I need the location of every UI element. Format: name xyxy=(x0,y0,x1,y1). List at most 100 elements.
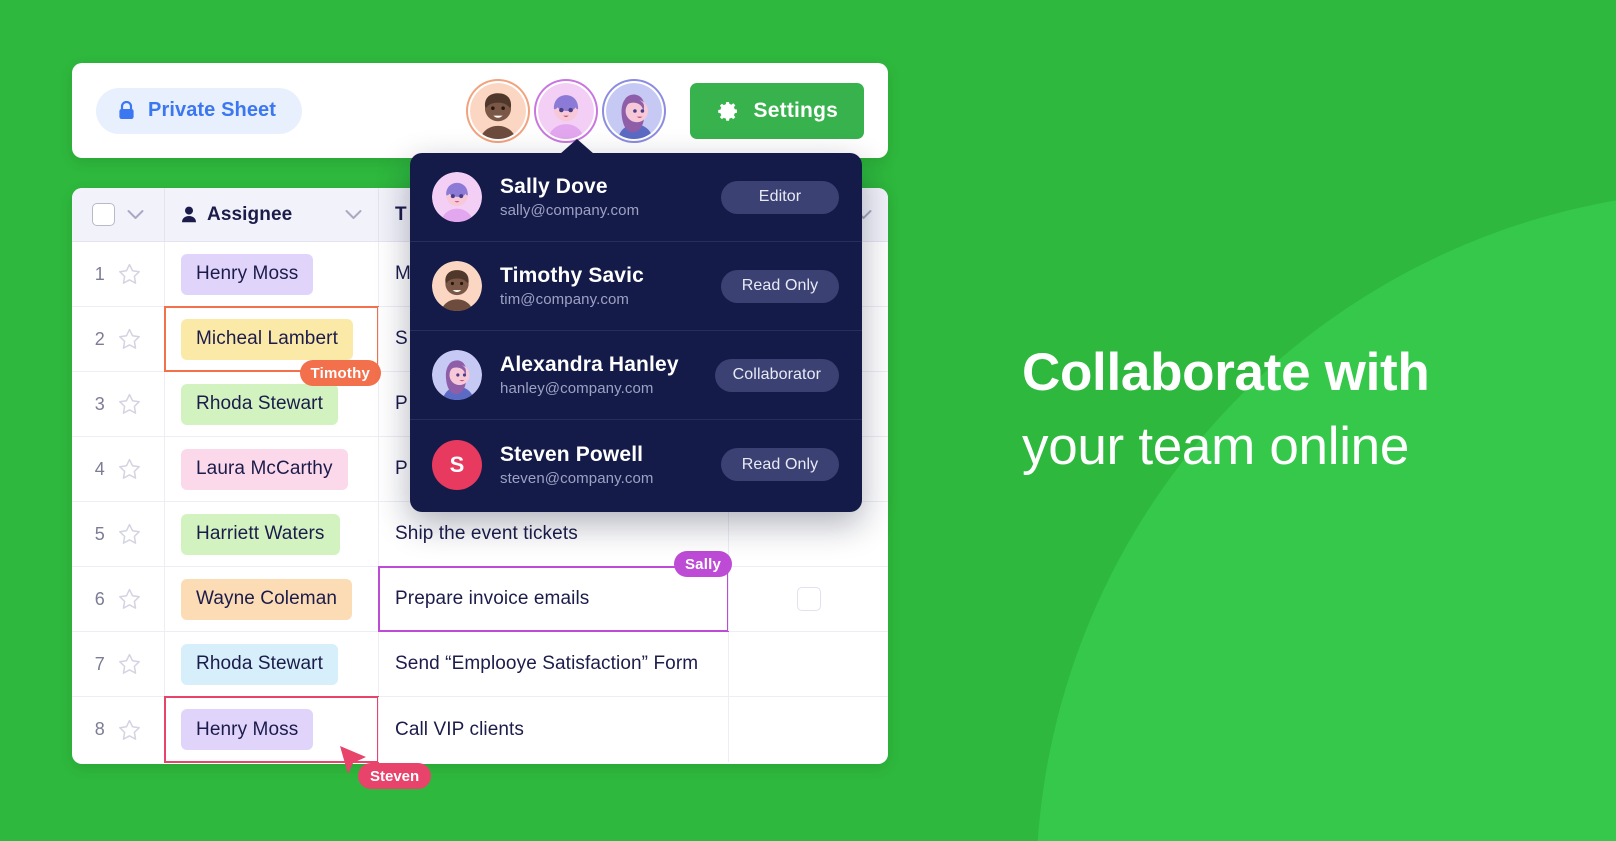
star-icon[interactable] xyxy=(118,653,141,675)
avatar-steven: S xyxy=(432,439,482,490)
collaborator-role-badge[interactable]: Read Only xyxy=(721,269,839,303)
assignee-pill: Harriett Waters xyxy=(181,513,340,555)
table-row[interactable]: 6 Wayne Coleman Prepare invoice emails S… xyxy=(72,551,888,632)
collaborator-cursor-tag: Timothy xyxy=(299,360,381,386)
task-text: M xyxy=(395,263,411,284)
star-icon[interactable] xyxy=(118,263,141,285)
toolbar-right-group: Settings xyxy=(468,81,864,141)
collaborator-email: sally@company.com xyxy=(500,202,640,219)
collaborator-info: Alexandra Hanley hanley@company.com xyxy=(500,353,679,397)
task-text: S xyxy=(395,328,408,349)
assignee-cell[interactable]: Rhoda Stewart xyxy=(164,632,378,696)
star-icon[interactable] xyxy=(118,458,141,480)
collaborator-name: Sally Dove xyxy=(500,175,608,198)
collaborator-info: Timothy Savic tim@company.com xyxy=(500,264,644,308)
avatar-sally[interactable] xyxy=(536,81,596,141)
row-index-cell: 6 xyxy=(72,567,164,631)
collaborator-email: hanley@company.com xyxy=(500,380,654,397)
done-checkbox[interactable] xyxy=(796,587,821,611)
row-index-cell: 1 xyxy=(72,242,164,306)
headline-line-2: your team online xyxy=(1022,417,1410,477)
collaborator-row[interactable]: Alexandra Hanley hanley@company.com Coll… xyxy=(410,331,862,420)
star-icon[interactable] xyxy=(118,719,141,741)
person-icon xyxy=(181,206,197,223)
row-number: 2 xyxy=(94,328,105,349)
collaborator-role-badge[interactable]: Collaborator xyxy=(714,358,839,392)
task-text: Prepare invoice emails xyxy=(395,588,590,609)
private-sheet-label: Private Sheet xyxy=(148,99,277,121)
background-circle-decoration xyxy=(1036,190,1616,841)
collaborator-row[interactable]: Timothy Savic tim@company.com Read Only xyxy=(410,242,862,331)
header-assignee-label: Assignee xyxy=(207,203,293,225)
star-icon[interactable] xyxy=(118,393,141,415)
table-row[interactable]: 8 Henry Moss Call VIP clients xyxy=(72,696,888,763)
row-number: 4 xyxy=(94,458,105,479)
assignee-cell[interactable]: Henry Moss xyxy=(164,242,378,306)
avatar-timothy[interactable] xyxy=(468,81,528,141)
done-cell[interactable] xyxy=(728,567,888,631)
select-all-checkbox[interactable] xyxy=(92,203,115,226)
collaborator-role-badge[interactable]: Editor xyxy=(721,180,839,214)
task-text: Ship the event tickets xyxy=(395,523,578,544)
header-assignee-column[interactable]: Assignee xyxy=(164,188,378,241)
collaborator-email: tim@company.com xyxy=(500,291,629,308)
chevron-down-icon[interactable] xyxy=(127,209,144,220)
star-icon[interactable] xyxy=(118,328,141,350)
lock-icon xyxy=(118,101,135,120)
assignee-cell[interactable]: Micheal Lambert Timothy xyxy=(164,306,381,386)
collaborator-name: Alexandra Hanley xyxy=(500,353,679,376)
row-number: 3 xyxy=(94,393,105,414)
done-cell[interactable] xyxy=(728,632,888,696)
row-index-cell: 5 xyxy=(72,502,164,566)
collaborator-role-badge[interactable]: Read Only xyxy=(721,448,839,481)
row-number: 1 xyxy=(94,263,105,284)
private-sheet-badge[interactable]: Private Sheet xyxy=(96,87,303,134)
task-text: P xyxy=(395,393,408,414)
assignee-pill: Rhoda Stewart xyxy=(181,643,338,685)
sheet-toolbar: Private Sheet Settings xyxy=(72,63,888,158)
assignee-cell[interactable]: Harriett Waters xyxy=(164,502,378,566)
avatar-alexandra xyxy=(432,350,482,400)
row-index-cell: 4 xyxy=(72,437,164,501)
collaborator-cursor-tag: Sally xyxy=(673,551,732,577)
row-index-cell: 3 xyxy=(72,372,164,436)
assignee-cell[interactable]: Wayne Coleman xyxy=(164,567,378,631)
cursor-label: Steven xyxy=(358,763,432,789)
avatar-timothy xyxy=(432,261,482,311)
collaborator-row[interactable]: Sally Dove sally@company.com Editor xyxy=(410,153,862,242)
star-icon[interactable] xyxy=(118,523,141,545)
assignee-pill: Henry Moss xyxy=(181,253,314,295)
dropdown-arrow xyxy=(560,139,594,154)
done-cell[interactable] xyxy=(728,697,888,762)
task-cell[interactable]: Prepare invoice emails Sally xyxy=(378,551,732,632)
task-text: Send “Emplooye Satisfaction” Form xyxy=(395,653,699,674)
collaborator-info: Sally Dove sally@company.com xyxy=(500,175,639,219)
avatar-initial: S xyxy=(449,451,465,477)
collaborator-name: Steven Powell xyxy=(500,442,644,466)
collaborator-row[interactable]: S Steven Powell steven@company.com Read … xyxy=(410,420,862,509)
page-root: Private Sheet Settings Assignee T 1 Henr… xyxy=(0,0,1616,841)
row-index-cell: 7 xyxy=(72,632,164,696)
task-cell[interactable]: Call VIP clients xyxy=(378,697,728,762)
chevron-down-icon[interactable] xyxy=(345,209,362,220)
assignee-pill: Wayne Coleman xyxy=(181,578,353,620)
avatar-alexandra[interactable] xyxy=(604,81,664,141)
task-cell[interactable]: Send “Emplooye Satisfaction” Form xyxy=(378,632,728,696)
collaborator-email: steven@company.com xyxy=(500,469,654,487)
table-row[interactable]: 7 Rhoda Stewart Send “Emplooye Satisfact… xyxy=(72,632,888,697)
collaborators-dropdown: Sally Dove sally@company.com Editor Timo… xyxy=(410,139,862,512)
row-index-cell: 8 xyxy=(72,697,164,762)
row-number: 5 xyxy=(94,523,105,544)
assignee-pill: Henry Moss xyxy=(181,709,314,750)
row-number: 6 xyxy=(94,588,105,609)
assignee-cell[interactable]: Laura McCarthy xyxy=(164,437,378,501)
header-task-label: T xyxy=(395,203,407,225)
star-icon[interactable] xyxy=(118,588,141,610)
gear-icon xyxy=(716,99,740,123)
settings-button[interactable]: Settings xyxy=(689,82,864,139)
headline-line-1: Collaborate with xyxy=(1022,343,1430,402)
row-number: 7 xyxy=(94,653,105,674)
task-text: P xyxy=(395,458,408,479)
row-number: 8 xyxy=(94,719,105,739)
active-collaborator-avatars xyxy=(468,81,664,141)
